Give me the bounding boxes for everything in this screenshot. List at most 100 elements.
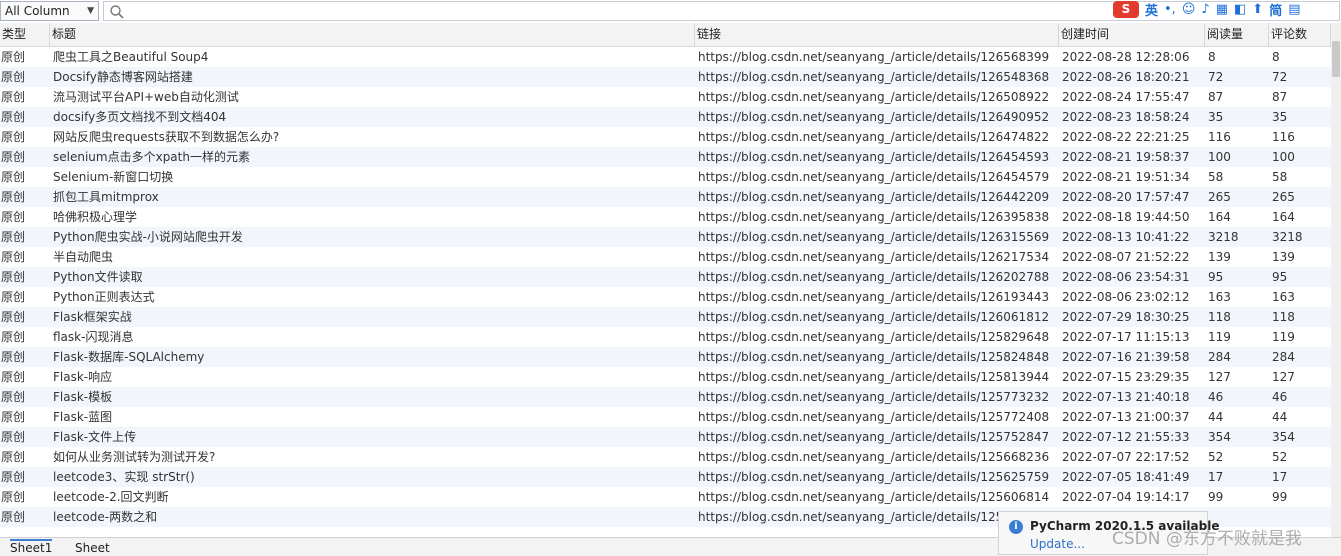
- table-row[interactable]: 原创 flask-闪现消息 https://blog.csdn.net/seanya…: [0, 327, 1331, 347]
- cell-comments[interactable]: 58: [1272, 167, 1330, 187]
- cell-link[interactable]: https://blog.csdn.net/seanyang_/article/…: [698, 187, 1058, 207]
- cell-type[interactable]: 原创: [1, 367, 49, 387]
- cell-reads[interactable]: 164: [1208, 207, 1268, 227]
- upload-icon[interactable]: ⬆: [1252, 2, 1263, 17]
- cell-title[interactable]: flask-闪现消息: [53, 327, 693, 347]
- cell-created[interactable]: 2022-07-29 18:30:25: [1062, 307, 1205, 327]
- cell-title[interactable]: 半自动爬虫: [53, 247, 693, 267]
- cell-comments[interactable]: 46: [1272, 387, 1330, 407]
- cell-title[interactable]: Selenium-新窗口切换: [53, 167, 693, 187]
- cell-reads[interactable]: 127: [1208, 367, 1268, 387]
- keyboard-icon[interactable]: ▦: [1216, 2, 1228, 17]
- cell-link[interactable]: https://blog.csdn.net/seanyang_/article/…: [698, 287, 1058, 307]
- cell-link[interactable]: https://blog.csdn.net/seanyang_/article/…: [698, 87, 1058, 107]
- cell-title[interactable]: Flask-文件上传: [53, 427, 693, 447]
- cell-title[interactable]: 网站反爬虫requests获取不到数据怎么办?: [53, 127, 693, 147]
- cell-link[interactable]: https://blog.csdn.net/seanyang_/article/…: [698, 427, 1058, 447]
- cell-type[interactable]: 原创: [1, 107, 49, 127]
- cell-comments[interactable]: 17: [1272, 467, 1330, 487]
- cell-title[interactable]: Flask框架实战: [53, 307, 693, 327]
- cell-link[interactable]: https://blog.csdn.net/seanyang_/article/…: [698, 487, 1058, 507]
- cell-title[interactable]: Docsify静态博客网站搭建: [53, 67, 693, 87]
- column-header-type[interactable]: 类型: [0, 23, 50, 46]
- cell-reads[interactable]: 58: [1208, 167, 1268, 187]
- vertical-scrollbar[interactable]: [1331, 23, 1341, 537]
- cell-title[interactable]: Python爬虫实战-小说网站爬虫开发: [53, 227, 693, 247]
- cell-created[interactable]: 2022-07-04 19:14:17: [1062, 487, 1205, 507]
- cell-comments[interactable]: 8: [1272, 47, 1330, 67]
- cell-reads[interactable]: 99: [1208, 487, 1268, 507]
- cell-created[interactable]: 2022-08-24 17:55:47: [1062, 87, 1205, 107]
- cell-link[interactable]: https://blog.csdn.net/seanyang_/article/…: [698, 207, 1058, 227]
- menu-icon[interactable]: ▤: [1288, 2, 1300, 17]
- cell-title[interactable]: docsify多页文档找不到文档404: [53, 107, 693, 127]
- cell-type[interactable]: 原创: [1, 487, 49, 507]
- cell-reads[interactable]: 72: [1208, 67, 1268, 87]
- emoji-icon[interactable]: ☺: [1182, 2, 1196, 17]
- cell-comments[interactable]: 284: [1272, 347, 1330, 367]
- cell-created[interactable]: 2022-08-07 21:52:22: [1062, 247, 1205, 267]
- cell-type[interactable]: 原创: [1, 167, 49, 187]
- table-row[interactable]: 原创 哈佛积极心理学 https://blog.csdn.net/seanyang_…: [0, 207, 1331, 227]
- cell-comments[interactable]: 265: [1272, 187, 1330, 207]
- cell-reads[interactable]: 17: [1208, 467, 1268, 487]
- table-row[interactable]: 原创 爬虫工具之Beautiful Soup4 https://blog.csdn.…: [0, 47, 1331, 67]
- cell-comments[interactable]: 3218: [1272, 227, 1330, 247]
- cell-created[interactable]: 2022-08-23 18:58:24: [1062, 107, 1205, 127]
- cell-title[interactable]: leetcode3、实现 strStr(): [53, 467, 693, 487]
- cell-type[interactable]: 原创: [1, 427, 49, 447]
- cell-created[interactable]: 2022-08-21 19:58:37: [1062, 147, 1205, 167]
- sogou-logo-icon[interactable]: S: [1113, 0, 1139, 18]
- cell-comments[interactable]: 35: [1272, 107, 1330, 127]
- cell-comments[interactable]: 127: [1272, 367, 1330, 387]
- cell-link[interactable]: https://blog.csdn.net/seanyang_/article/…: [698, 347, 1058, 367]
- cell-reads[interactable]: 284: [1208, 347, 1268, 367]
- cell-type[interactable]: 原创: [1, 87, 49, 107]
- column-header-title[interactable]: 标题: [50, 23, 695, 46]
- cell-created[interactable]: 2022-08-26 18:20:21: [1062, 67, 1205, 87]
- table-row[interactable]: 原创 Flask-数据库-SQLAlchemy https://blog.csdn.…: [0, 347, 1331, 367]
- cell-comments[interactable]: 116: [1272, 127, 1330, 147]
- cell-link[interactable]: https://blog.csdn.net/seanyang_/article/…: [698, 107, 1058, 127]
- cell-reads[interactable]: 265: [1208, 187, 1268, 207]
- cell-created[interactable]: 2022-08-22 22:21:25: [1062, 127, 1205, 147]
- cell-title[interactable]: Flask-数据库-SQLAlchemy: [53, 347, 693, 367]
- cell-comments[interactable]: 95: [1272, 267, 1330, 287]
- cell-link[interactable]: https://blog.csdn.net/seanyang_/article/…: [698, 327, 1058, 347]
- cell-reads[interactable]: 139: [1208, 247, 1268, 267]
- cell-created[interactable]: 2022-08-06 23:54:31: [1062, 267, 1205, 287]
- cell-type[interactable]: 原创: [1, 287, 49, 307]
- table-row[interactable]: 原创 Flask框架实战 https://blog.csdn.net/seanyan…: [0, 307, 1331, 327]
- cell-type[interactable]: 原创: [1, 207, 49, 227]
- cell-title[interactable]: 如何从业务测试转为测试开发?: [53, 447, 693, 467]
- cell-comments[interactable]: 163: [1272, 287, 1330, 307]
- table-row[interactable]: 原创 Flask-文件上传 https://blog.csdn.net/seanya…: [0, 427, 1331, 447]
- cell-title[interactable]: Python正则表达式: [53, 287, 693, 307]
- cell-created[interactable]: 2022-08-21 19:51:34: [1062, 167, 1205, 187]
- update-link[interactable]: Update...: [1030, 537, 1085, 551]
- cell-title[interactable]: Flask-蓝图: [53, 407, 693, 427]
- cell-type[interactable]: 原创: [1, 387, 49, 407]
- cell-link[interactable]: https://blog.csdn.net/seanyang_/article/…: [698, 227, 1058, 247]
- table-row[interactable]: 原创 Python正则表达式 https://blog.csdn.net/seany…: [0, 287, 1331, 307]
- column-header-created[interactable]: 创建时间: [1059, 23, 1205, 46]
- cell-comments[interactable]: 72: [1272, 67, 1330, 87]
- cell-reads[interactable]: 118: [1208, 307, 1268, 327]
- cell-link[interactable]: https://blog.csdn.net/seanyang_/article/…: [698, 167, 1058, 187]
- table-row[interactable]: 原创 抓包工具mitmprox https://blog.csdn.net/sean…: [0, 187, 1331, 207]
- cell-link[interactable]: https://blog.csdn.net/seanyang_/article/…: [698, 367, 1058, 387]
- table-row[interactable]: 原创 leetcode-2.回文判断 https://blog.csdn.net/s…: [0, 487, 1331, 507]
- sheet-tab-sheet[interactable]: Sheet: [75, 541, 110, 555]
- cell-comments[interactable]: 100: [1272, 147, 1330, 167]
- cell-comments[interactable]: 99: [1272, 487, 1330, 507]
- cell-title[interactable]: Flask-响应: [53, 367, 693, 387]
- cell-title[interactable]: 抓包工具mitmprox: [53, 187, 693, 207]
- table-row[interactable]: 原创 Docsify静态博客网站搭建 https://blog.csdn.net/s…: [0, 67, 1331, 87]
- cell-type[interactable]: 原创: [1, 147, 49, 167]
- column-select[interactable]: All Column ▼: [0, 1, 99, 21]
- cell-reads[interactable]: 163: [1208, 287, 1268, 307]
- table-row[interactable]: 原创 Flask-蓝图 https://blog.csdn.net/seanyang…: [0, 407, 1331, 427]
- cell-created[interactable]: 2022-07-13 21:00:37: [1062, 407, 1205, 427]
- cell-title[interactable]: leetcode-2.回文判断: [53, 487, 693, 507]
- cell-type[interactable]: 原创: [1, 347, 49, 367]
